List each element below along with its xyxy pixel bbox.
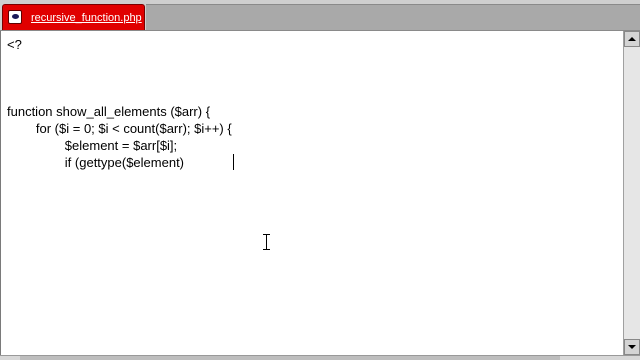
vertical-scrollbar[interactable]: [623, 31, 640, 355]
code-line: function show_all_elements ($arr) {: [7, 104, 211, 119]
ibeam-cursor-icon: [262, 234, 271, 250]
php-file-icon: [8, 10, 22, 24]
code-line: if (gettype($element): [7, 155, 185, 170]
horizontal-scroll-thumb[interactable]: [20, 356, 560, 360]
scroll-down-button[interactable]: [624, 339, 640, 355]
code-editor[interactable]: <? function show_all_elements ($arr) { f…: [0, 31, 623, 355]
tab-recursive-function[interactable]: recursive_function.php: [2, 4, 145, 30]
code-line: $element = $arr[$i];: [7, 138, 178, 153]
arrow-up-icon: [628, 37, 636, 41]
tab-bar: recursive_function.php: [0, 0, 640, 31]
horizontal-scrollbar[interactable]: [0, 355, 640, 360]
scroll-up-button[interactable]: [624, 31, 640, 47]
code-line: for ($i = 0; $i < count($arr); $i++) {: [7, 121, 232, 136]
arrow-down-icon: [628, 345, 636, 349]
editor-window: recursive_function.php <? function show_…: [0, 0, 640, 360]
tab-label: recursive_function.php: [31, 12, 142, 24]
code-line: <?: [7, 37, 22, 52]
text-caret: [233, 154, 234, 170]
tab-bar-empty-area: [146, 4, 640, 30]
